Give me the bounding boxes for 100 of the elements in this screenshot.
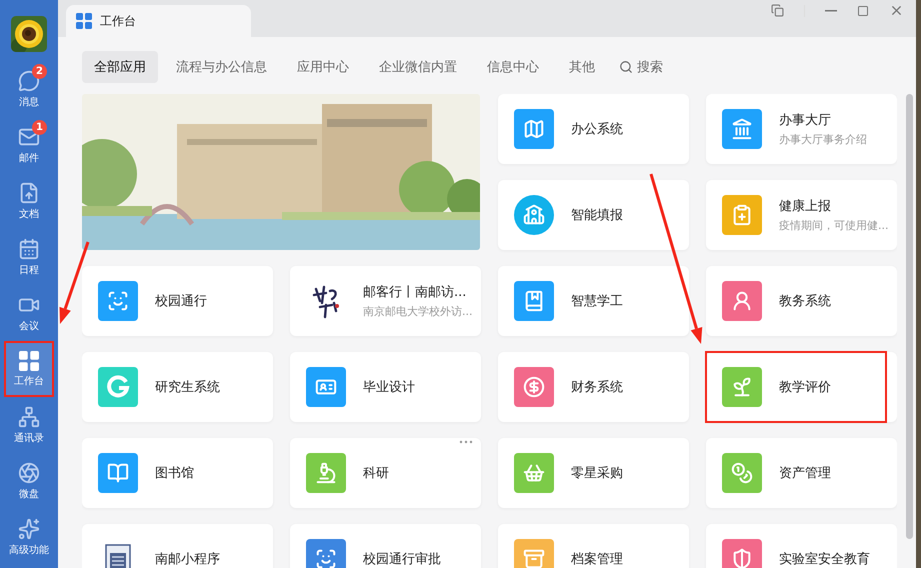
- app-card[interactable]: 科研: [290, 438, 481, 508]
- app-card[interactable]: 智慧学工: [498, 266, 689, 336]
- sidebar-icon: [18, 518, 40, 540]
- app-card[interactable]: 图书馆: [82, 438, 273, 508]
- minimize-icon: [825, 10, 837, 12]
- app-glyph-icon: [523, 290, 545, 312]
- filter-tab[interactable]: 应用中心: [285, 51, 361, 83]
- sidebar-item[interactable]: 日程: [5, 230, 53, 284]
- app-name: 教务系统: [779, 293, 831, 310]
- app-card[interactable]: 校园通行审批: [290, 524, 481, 568]
- pop-out-button[interactable]: [771, 4, 784, 17]
- sidebar-label: 会议: [19, 320, 39, 332]
- filter-tab[interactable]: 流程与办公信息: [164, 51, 279, 83]
- app-name: 校园通行审批: [363, 551, 441, 568]
- app-description: 疫情期间，可使用健...: [779, 218, 888, 233]
- sidebar-label: 文档: [19, 208, 39, 220]
- sidebar-item[interactable]: 会议: [5, 286, 53, 340]
- sidebar-item[interactable]: 邮件 1: [5, 118, 53, 172]
- sidebar-label: 消息: [19, 96, 39, 108]
- window-title: 工作台: [100, 12, 136, 30]
- app-card[interactable]: 档案管理: [498, 524, 689, 568]
- app-card[interactable]: 毕业设计: [290, 352, 481, 422]
- app-glyph-icon: [731, 462, 753, 484]
- app-card[interactable]: 零星采购: [498, 438, 689, 508]
- app-name: 智慧学工: [571, 293, 623, 310]
- app-card[interactable]: 研究生系统: [82, 352, 273, 422]
- app-name: 财务系统: [571, 379, 623, 396]
- maximize-button[interactable]: [857, 4, 869, 16]
- app-description: 办事大厅事务介绍: [779, 132, 867, 147]
- filter-tab[interactable]: 信息中心: [475, 51, 551, 83]
- minimize-button[interactable]: [825, 10, 837, 12]
- g-letter-icon: [106, 375, 130, 399]
- search-icon: [619, 60, 633, 74]
- app-name: 资产管理: [779, 465, 831, 482]
- app-card[interactable]: 资产管理: [706, 438, 897, 508]
- sidebar-label: 工作台: [14, 374, 44, 388]
- filter-tab[interactable]: 全部应用: [82, 51, 158, 83]
- sidebar-item[interactable]: 微盘: [5, 454, 53, 508]
- app-card[interactable]: 校园通行: [82, 266, 273, 336]
- grid-icon: [76, 13, 92, 29]
- app-name: 健康上报: [779, 198, 832, 215]
- unread-badge: 2: [32, 64, 47, 79]
- sidebar-item[interactable]: 消息 2: [5, 62, 53, 116]
- search-button[interactable]: 搜索: [613, 58, 669, 76]
- app-glyph-icon: [315, 462, 337, 484]
- app-glyph-icon: [523, 462, 545, 484]
- app-glyph-icon: [731, 204, 753, 226]
- app-name: 研究生系统: [155, 379, 220, 396]
- app-glyph-icon: [731, 548, 753, 568]
- app-card[interactable]: 财务系统: [498, 352, 689, 422]
- app-card[interactable]: 实验室安全教育: [706, 524, 897, 568]
- app-name: 档案管理: [571, 551, 623, 568]
- scrollbar[interactable]: [906, 94, 913, 539]
- app-name: 零星采购: [571, 465, 623, 482]
- app-card[interactable]: 办公系统: [498, 94, 689, 164]
- filter-tab[interactable]: 其他: [557, 51, 607, 83]
- app-glyph-icon: [523, 548, 545, 568]
- sidebar-item[interactable]: 高级功能: [5, 510, 53, 564]
- sidebar-item[interactable]: 通讯录: [5, 398, 53, 452]
- app-glyph-icon: [523, 118, 545, 140]
- app-glyph-icon: [523, 376, 545, 398]
- sidebar-icon: [18, 182, 40, 204]
- more-icon[interactable]: [459, 440, 473, 444]
- app-card[interactable]: 智能填报: [498, 180, 689, 250]
- app-card[interactable]: 南邮小程序: [82, 524, 273, 568]
- app-card[interactable]: 办事大厅 办事大厅事务介绍: [706, 94, 897, 164]
- sidebar-label: 日程: [19, 264, 39, 276]
- app-name: 智能填报: [571, 207, 623, 224]
- app-glyph-icon: [523, 204, 545, 226]
- sidebar-label: 邮件: [19, 152, 39, 164]
- sidebar-label: 微盘: [19, 488, 39, 500]
- grid-icon: [19, 350, 39, 370]
- unread-badge: 1: [32, 120, 47, 135]
- avatar: [11, 16, 47, 52]
- sidebar-label: 通讯录: [14, 432, 44, 444]
- app-card[interactable]: 邮客行丨南邮访... 南京邮电大学校外访...: [290, 266, 481, 336]
- sidebar-item[interactable]: 文档: [5, 174, 53, 228]
- app-name: 邮客行丨南邮访...: [363, 284, 468, 301]
- app-name: 毕业设计: [363, 379, 415, 396]
- app-card[interactable]: 教务系统: [706, 266, 897, 336]
- app-glyph-icon: [731, 376, 753, 398]
- filter-tab[interactable]: 企业微信内置: [367, 51, 469, 83]
- app-description: 南京邮电大学校外访...: [363, 304, 472, 319]
- window-tab[interactable]: 工作台: [66, 5, 251, 37]
- sidebar-icon: [18, 238, 40, 260]
- app-name: 南邮小程序: [155, 551, 220, 568]
- sidebar-icon: [18, 406, 40, 428]
- app-glyph-icon: [731, 118, 753, 140]
- app-glyph-icon: [315, 548, 337, 568]
- app-name: 教学评价: [779, 379, 831, 396]
- app-card[interactable]: 健康上报 疫情期间，可使用健...: [706, 180, 897, 250]
- maximize-icon: [857, 4, 869, 16]
- close-button[interactable]: [889, 3, 904, 18]
- app-name: 办事大厅: [779, 112, 832, 129]
- app-name: 办公系统: [571, 121, 623, 138]
- app-glyph-icon: [731, 290, 753, 312]
- sidebar-icon: [18, 462, 40, 484]
- app-glyph-icon: [107, 462, 129, 484]
- app-name: 实验室安全教育: [779, 550, 870, 568]
- pop-out-icon: [771, 4, 784, 17]
